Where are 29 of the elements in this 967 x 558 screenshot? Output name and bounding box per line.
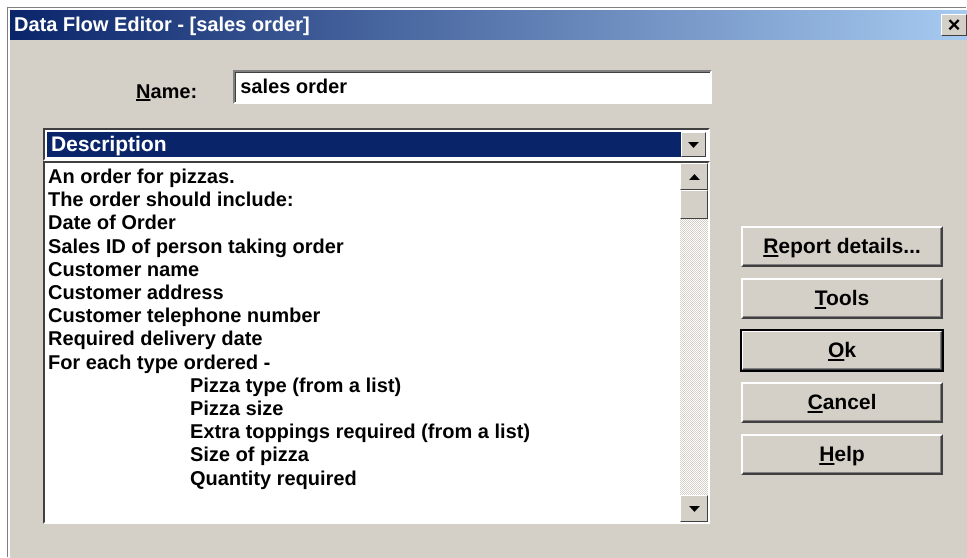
section-dropdown[interactable]: Description (43, 128, 710, 161)
dialog-button[interactable]: Ok (741, 330, 943, 371)
description-line: Customer telephone number (48, 305, 322, 328)
window-title: Data Flow Editor - [sales order] (14, 14, 310, 36)
description-line: Customer address (48, 282, 225, 306)
close-button[interactable]: × (941, 14, 967, 36)
dialog-button[interactable]: Report details... (741, 226, 943, 267)
name-field[interactable]: sales order (233, 70, 712, 104)
description-line: Pizza type (from a list) (189, 374, 402, 398)
dialog-button[interactable]: Cancel (741, 382, 943, 423)
dialog-button[interactable]: Help (741, 434, 943, 475)
description-box[interactable] (43, 161, 710, 524)
description-line: For each type ordered - (48, 352, 272, 375)
description-line: Date of Order (48, 212, 177, 236)
description-line: Sales ID of person taking order (48, 236, 345, 259)
description-line: Extra toppings required (from a list) (189, 421, 532, 444)
scroll-up-icon[interactable] (680, 163, 708, 190)
description-line: Customer name (48, 258, 200, 282)
description-line: An order for pizzas. (48, 166, 236, 190)
scrollbar[interactable] (680, 163, 708, 522)
description-line: Quantity required (189, 468, 358, 491)
scroll-thumb[interactable] (680, 190, 708, 219)
scroll-down-icon[interactable] (680, 495, 708, 522)
dialog-button[interactable]: Tools (741, 278, 943, 319)
description-line: Pizza size (189, 398, 284, 422)
name-label: Name: (136, 80, 198, 104)
description-line: Size of pizza (189, 444, 310, 468)
description-line: Required delivery date (48, 328, 264, 352)
description-line: The order should include: (48, 189, 295, 212)
